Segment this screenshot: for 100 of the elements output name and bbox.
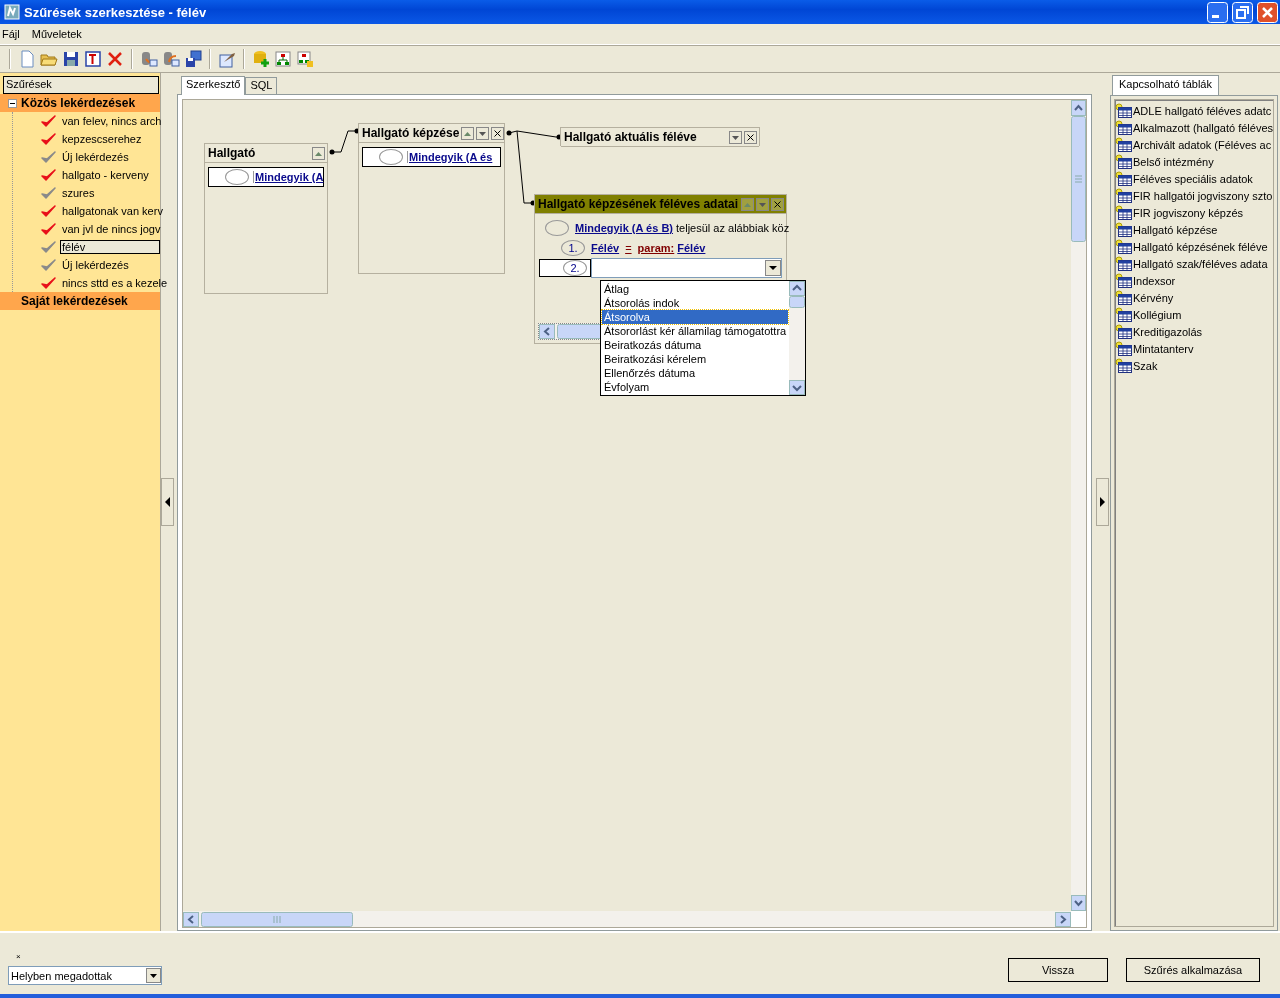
- tree-item[interactable]: van jvl de nincs jogv: [60, 222, 163, 236]
- scroll-left-icon[interactable]: [539, 324, 555, 339]
- collapse-icon[interactable]: [8, 98, 17, 108]
- table-icon: [1115, 273, 1132, 288]
- move-down-button[interactable]: [476, 126, 490, 140]
- tree-item[interactable]: hallgatonak van kerv: [60, 204, 165, 218]
- dropdown-option[interactable]: Átsorolva: [602, 310, 789, 324]
- table-icon: [1115, 341, 1132, 356]
- table-icon: [1115, 290, 1132, 305]
- move-up-button[interactable]: [461, 126, 475, 140]
- scroll-up-icon[interactable]: [789, 281, 806, 296]
- table-node[interactable]: Hallgató aktuális féléve: [560, 127, 760, 146]
- tree-item[interactable]: szures: [60, 186, 97, 200]
- table-name[interactable]: Hallgató szak/féléves adata: [1133, 257, 1268, 270]
- scroll-down-icon[interactable]: [789, 380, 806, 395]
- close-button[interactable]: [491, 126, 505, 140]
- param-link[interactable]: param:: [637, 242, 675, 254]
- save-picture-icon[interactable]: [184, 50, 202, 68]
- collapse-left-button[interactable]: [161, 478, 174, 526]
- dropdown-option[interactable]: Átsororlást kér államilag támogatottra: [602, 324, 789, 338]
- node-title: Hallgató aktuális féléve: [564, 130, 698, 144]
- menu-item[interactable]: Műveletek: [31, 28, 82, 40]
- window-title: Szűrések szerkesztése - félév: [24, 4, 208, 20]
- field-select[interactable]: [591, 258, 782, 278]
- add-database-icon[interactable]: [252, 50, 270, 68]
- move-down-button[interactable]: [729, 130, 742, 144]
- table-name[interactable]: Archivált adatok (Féléves ac: [1133, 138, 1272, 151]
- tree-item[interactable]: van felev, nincs arch: [60, 114, 164, 128]
- table-name[interactable]: Hallgató képzésének féléve: [1133, 240, 1268, 253]
- scrollbar-thumb[interactable]: [201, 911, 353, 927]
- edit-icon[interactable]: [218, 50, 236, 68]
- marker-text: ×: [15, 952, 22, 962]
- table-icon: [1115, 256, 1132, 271]
- source-select[interactable]: Helyben megadottak: [8, 966, 162, 985]
- dropdown-list[interactable]: Átlag Átsorolás indok Átsorolva Átsororlást kér államilag támogatottra Beiratkozás dátuma Beiratkozási kérelem Ellenőrzés dátuma Évfolyam: [600, 280, 807, 396]
- dropdown-option[interactable]: Beiratkozási kérelem: [602, 352, 789, 366]
- dropdown-option[interactable]: Átlag: [602, 282, 789, 296]
- tree-item[interactable]: Új lekérdezés: [60, 150, 131, 164]
- condition-text: Mindegyik (A és B) teljesül az alábbiak köz: [575, 222, 790, 234]
- table-icon: [1115, 171, 1132, 186]
- hierarchy-icon[interactable]: [274, 50, 292, 68]
- tab[interactable]: Kapcsolható táblák: [1112, 75, 1219, 95]
- value-link[interactable]: Félév: [677, 242, 706, 254]
- dropdown-option[interactable]: Átsorolás indok: [602, 296, 789, 310]
- scrollbar-thumb[interactable]: [1071, 116, 1086, 242]
- table-icon: [1115, 222, 1132, 237]
- close-button[interactable]: [744, 130, 757, 144]
- database-export-icon[interactable]: [140, 50, 158, 68]
- table-name[interactable]: ADLE hallgató féléves adatc: [1133, 104, 1272, 117]
- action-button[interactable]: Vissza: [1008, 958, 1108, 982]
- tab[interactable]: Szerkesztő: [181, 76, 246, 95]
- tree-item[interactable]: Új lekérdezés: [60, 258, 131, 272]
- text-icon[interactable]: [84, 50, 102, 68]
- save-icon[interactable]: [62, 50, 80, 68]
- table-name[interactable]: FIR hallgatói jogviszony szto: [1133, 189, 1273, 202]
- dropdown-option[interactable]: Évfolyam: [602, 380, 789, 394]
- panel-header: Szűrések: [3, 76, 159, 94]
- table-name[interactable]: Alkalmazott (hallgató féléves: [1133, 121, 1273, 134]
- tree-item[interactable]: hallgato - kerveny: [60, 168, 151, 182]
- table-name[interactable]: Kreditigazolás: [1133, 325, 1203, 338]
- scroll-left-icon[interactable]: [183, 911, 199, 927]
- dropdown-option[interactable]: Ellenőrzés dátuma: [602, 366, 789, 380]
- scrollbar-thumb[interactable]: [789, 296, 806, 308]
- delete-icon[interactable]: [106, 50, 124, 68]
- close-button[interactable]: [771, 197, 784, 211]
- table-icon: [1115, 188, 1132, 203]
- table-name[interactable]: Szak: [1133, 359, 1158, 372]
- collapse-right-button[interactable]: [1096, 478, 1109, 526]
- table-name[interactable]: FIR jogviszony képzés: [1133, 206, 1244, 219]
- operator-link[interactable]: =: [625, 242, 632, 254]
- table-icon: [1115, 239, 1132, 254]
- node-title: Hallgató képzése: [362, 126, 460, 140]
- table-name[interactable]: Mintatanterv: [1133, 342, 1194, 355]
- scroll-right-icon[interactable]: [1055, 911, 1071, 927]
- close-icon[interactable]: [1257, 1, 1278, 23]
- minimize-icon[interactable]: [1207, 1, 1228, 23]
- table-name[interactable]: Indexsor: [1133, 274, 1176, 287]
- table-icon: [1115, 137, 1132, 152]
- table-node[interactable]: Hallgató képzése Mindegyik (A és: [358, 123, 505, 274]
- menu-item[interactable]: Fájl: [2, 28, 20, 40]
- condition-link[interactable]: Mindegyik (A és B): [575, 222, 673, 234]
- field-link[interactable]: Félév: [591, 242, 620, 254]
- table-icon: [1115, 358, 1132, 373]
- table-name[interactable]: Kollégium: [1133, 308, 1182, 321]
- tab[interactable]: SQL: [245, 77, 278, 94]
- action-button[interactable]: Szűrés alkalmazása: [1126, 958, 1260, 982]
- table-node[interactable]: Hallgató Mindegyik (A: [204, 143, 328, 294]
- restore-icon[interactable]: [1232, 1, 1253, 23]
- table-name[interactable]: Kérvény: [1133, 291, 1174, 304]
- table-icon: [1115, 324, 1132, 339]
- table-name[interactable]: Belső intézmény: [1133, 155, 1214, 168]
- tree-item[interactable]: nincs sttd es a kezele: [60, 276, 170, 290]
- tree-item[interactable]: félév: [60, 240, 160, 254]
- tree-item[interactable]: kepzescserehez: [60, 132, 144, 146]
- hierarchy-add-icon[interactable]: [296, 50, 314, 68]
- table-icon: [1115, 154, 1132, 169]
- table-name[interactable]: Hallgató képzése: [1133, 223, 1218, 236]
- table-name[interactable]: Féléves speciális adatok: [1133, 172, 1253, 185]
- move-up-button[interactable]: [312, 146, 325, 160]
- node-title: Hallgató: [208, 146, 257, 160]
